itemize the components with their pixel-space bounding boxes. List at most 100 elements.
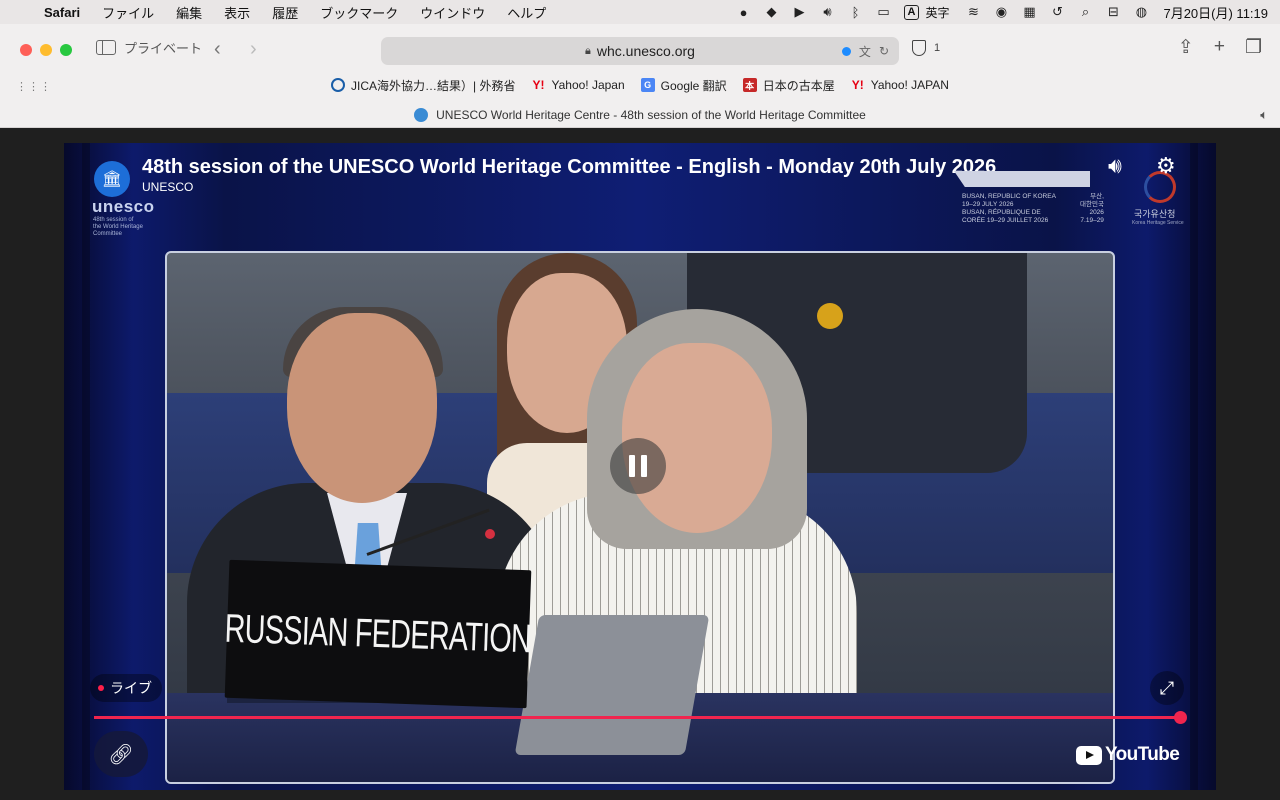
menu-history[interactable]: 履歴 bbox=[261, 3, 309, 22]
bluetooth-icon[interactable]: ᛒ bbox=[842, 0, 870, 24]
menu-bookmarks[interactable]: ブックマーク bbox=[309, 3, 409, 22]
live-label: ライブ bbox=[110, 680, 152, 696]
live-dot-icon bbox=[98, 685, 104, 691]
address-url: whc.unesco.org bbox=[596, 43, 695, 59]
settings-gear-icon[interactable]: ⚙ bbox=[1156, 153, 1176, 179]
minimize-window-button[interactable] bbox=[40, 44, 52, 56]
yahoo-icon: Y! bbox=[851, 78, 864, 92]
sidebar-icon bbox=[96, 40, 116, 55]
microphone-light bbox=[485, 529, 495, 539]
bookmark-label: JICA海外協力…結果）| 外務省 bbox=[351, 78, 516, 93]
channel-name[interactable]: UNESCO bbox=[142, 180, 193, 194]
youtube-wordmark: YouTube bbox=[1105, 744, 1180, 765]
keyboard-icon[interactable]: ▦ bbox=[1015, 0, 1043, 24]
session-banner bbox=[954, 171, 1090, 187]
nameplate-text: RUSSIAN FEDERATION bbox=[224, 606, 532, 661]
youtube-logo[interactable]: YouTube bbox=[1076, 744, 1180, 766]
menu-clock[interactable]: 7月20日(月) 11:19 bbox=[1155, 3, 1280, 22]
bookmark-jica[interactable]: JICA海外協力…結果）| 外務省 bbox=[331, 75, 515, 95]
shield-icon bbox=[912, 40, 926, 56]
line-app-icon[interactable]: ● bbox=[730, 0, 758, 24]
tab-title: UNESCO World Heritage Centre - 48th sess… bbox=[436, 108, 866, 122]
bookmark-yahoo-japan[interactable]: Y! Yahoo! Japan bbox=[531, 75, 624, 95]
live-badge[interactable]: ライブ bbox=[90, 674, 162, 702]
pause-icon bbox=[629, 455, 635, 477]
volume-button[interactable]: 🔊︎ bbox=[1108, 153, 1122, 179]
yahoo-icon: Y! bbox=[532, 78, 545, 92]
unesco-logo-word: unesco bbox=[92, 197, 155, 216]
user-account-icon[interactable]: ◉ bbox=[987, 0, 1015, 24]
menu-edit[interactable]: 編集 bbox=[165, 3, 213, 22]
bookmark-label: Google 翻訳 bbox=[660, 78, 727, 93]
privacy-report-button[interactable]: 1 bbox=[912, 40, 940, 56]
pause-button[interactable] bbox=[610, 438, 666, 494]
unesco-logo-subtitle: 48th session of the World Heritage Commi… bbox=[93, 217, 143, 237]
video-title[interactable]: 48th session of the UNESCO World Heritag… bbox=[142, 156, 996, 179]
delegate-man-face bbox=[287, 313, 437, 503]
fullscreen-icon[interactable]: ⤢ bbox=[1150, 671, 1184, 705]
korea-heritage-subtitle: Korea Heritage Service bbox=[1132, 220, 1184, 226]
time-machine-icon[interactable]: ↺ bbox=[1043, 0, 1071, 24]
control-center-icon[interactable]: ⊟ bbox=[1099, 0, 1127, 24]
close-window-button[interactable] bbox=[20, 44, 32, 56]
spotlight-search-icon[interactable]: ⌕ bbox=[1071, 0, 1099, 24]
progress-scrubber[interactable] bbox=[1174, 711, 1187, 724]
bookmark-label: Yahoo! Japan bbox=[551, 78, 625, 92]
session-banner-en: BUSAN, REPUBLIC OF KOREA 19–29 JULY 2026… bbox=[962, 193, 1056, 224]
menu-help[interactable]: ヘルプ bbox=[496, 3, 557, 22]
forward-button[interactable]: › bbox=[250, 38, 257, 60]
translate-icon[interactable]: 文 bbox=[859, 43, 871, 60]
bookmark-kosho[interactable]: 本 日本の古本屋 bbox=[742, 75, 835, 95]
wifi-icon[interactable]: ≋ bbox=[959, 0, 987, 24]
menu-file[interactable]: ファイル bbox=[91, 3, 165, 22]
bookmark-google-translate[interactable]: G Google 翻訳 bbox=[640, 75, 727, 95]
back-button[interactable]: ‹ bbox=[214, 38, 221, 60]
toolbar-right-actions: ⇪ + ❐ bbox=[1178, 36, 1262, 59]
menu-bar: Safari ファイル 編集 表示 履歴 ブックマーク ウインドウ ヘルプ ● … bbox=[0, 0, 1280, 24]
address-bar-actions: 文 ↻ bbox=[841, 43, 889, 60]
korea-heritage-name: 국가유산청 bbox=[1134, 209, 1176, 219]
private-mode-label: プライベート bbox=[124, 41, 203, 56]
input-mode-label[interactable]: 英字 bbox=[925, 4, 949, 21]
recording-indicator-icon bbox=[841, 46, 851, 56]
siri-icon[interactable]: ◍ bbox=[1127, 0, 1155, 24]
jica-icon bbox=[331, 78, 346, 92]
bookmark-yahoo-japan-2[interactable]: Y! Yahoo! JAPAN bbox=[851, 75, 949, 95]
play-circle-icon[interactable]: ▶ bbox=[786, 0, 814, 24]
address-bar[interactable]: 🔒︎ whc.unesco.org 文 ↻ bbox=[381, 37, 899, 65]
share-icon[interactable]: ⇪ bbox=[1178, 36, 1194, 59]
backdrop-stripe bbox=[1190, 143, 1198, 790]
unesco-channel-avatar[interactable]: 🏛︎ bbox=[94, 161, 130, 197]
session-banner-kr: 부산, 대한민국 2026 7.19–29 bbox=[1080, 193, 1104, 224]
brooch bbox=[817, 303, 843, 329]
tab-overview-icon[interactable]: ❐ bbox=[1245, 36, 1262, 59]
youtube-play-icon bbox=[1076, 745, 1102, 765]
kosho-icon: 本 bbox=[742, 78, 757, 92]
volume-icon[interactable]: 🔊︎ bbox=[814, 0, 842, 24]
google-translate-icon: G bbox=[640, 78, 655, 92]
safari-toolbar: プライベート ‹ › 🔒︎ whc.unesco.org 文 ↻ 1 ⇪ + ❐… bbox=[0, 24, 1280, 128]
new-tab-icon[interactable]: + bbox=[1214, 36, 1225, 59]
web-content: 🏛︎ unesco 48th session of the World Heri… bbox=[0, 128, 1280, 800]
tab-bar[interactable]: UNESCO World Heritage Centre - 48th sess… bbox=[0, 104, 1280, 126]
menu-app-safari[interactable]: Safari bbox=[40, 5, 91, 20]
menu-view[interactable]: 表示 bbox=[213, 3, 261, 22]
unesco-favicon-icon bbox=[414, 108, 429, 122]
zoom-window-button[interactable] bbox=[60, 44, 72, 56]
battery-icon[interactable]: ▭ bbox=[870, 0, 898, 24]
dropbox-icon[interactable]: ◆ bbox=[758, 0, 786, 24]
copy-link-icon[interactable]: 🔗︎ bbox=[94, 731, 148, 777]
menu-window[interactable]: ウインドウ bbox=[409, 3, 496, 22]
input-mode-badge[interactable]: A bbox=[903, 4, 920, 20]
tab-audio-icon[interactable]: 🔈︎ bbox=[1260, 107, 1268, 123]
backdrop-stripe bbox=[82, 143, 90, 790]
progress-bar[interactable] bbox=[94, 716, 1180, 719]
sidebar-toggle-button[interactable]: プライベート bbox=[96, 38, 202, 57]
youtube-player[interactable]: 🏛︎ unesco 48th session of the World Heri… bbox=[64, 143, 1216, 790]
video-frame[interactable]: RUSSIAN FEDERATION bbox=[165, 251, 1115, 784]
pause-icon bbox=[641, 455, 647, 477]
bookmarks-bar: JICA海外協力…結果）| 外務省 Y! Yahoo! Japan G Goog… bbox=[0, 75, 1280, 95]
country-nameplate: RUSSIAN FEDERATION bbox=[224, 559, 532, 709]
reload-icon[interactable]: ↻ bbox=[879, 44, 889, 58]
lock-icon: 🔒︎ bbox=[585, 44, 591, 57]
